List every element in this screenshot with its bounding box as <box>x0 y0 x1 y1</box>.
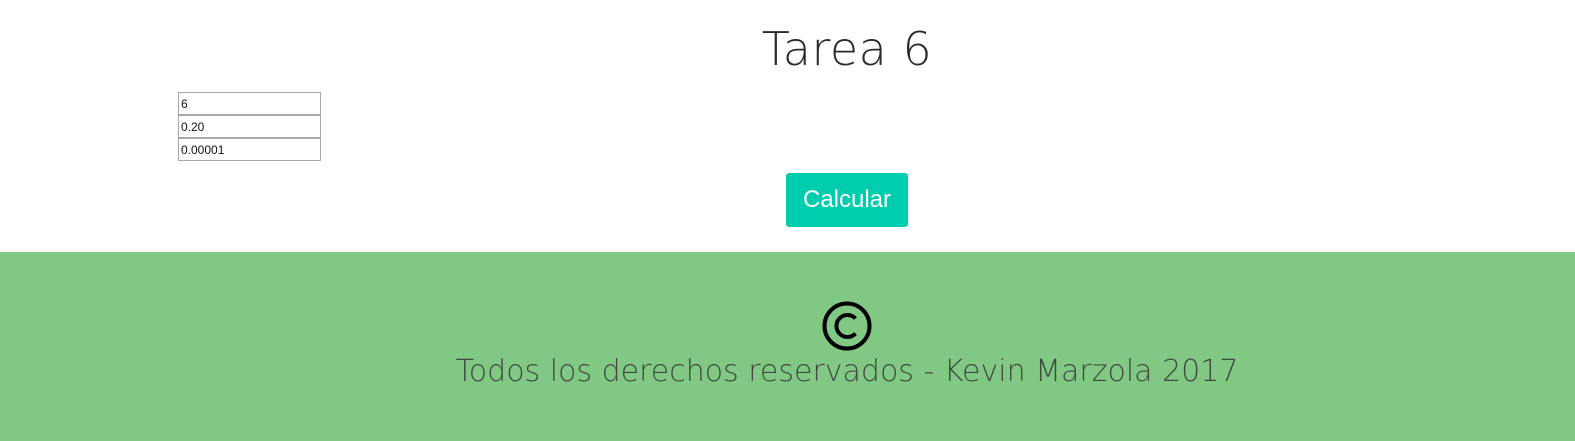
footer: Todos los derechos reservados - Kevin Ma… <box>0 252 1575 441</box>
input-field-1[interactable] <box>178 92 321 115</box>
page-title: Tarea 6 <box>761 22 933 76</box>
input-field-3[interactable] <box>178 138 321 161</box>
input-field-2[interactable] <box>178 115 321 138</box>
input-group <box>178 92 321 161</box>
page: Tarea 6 Calcular Todos los derechos rese… <box>0 0 1575 441</box>
copyright-icon <box>822 301 872 351</box>
footer-text: Todos los derechos reservados - Kevin Ma… <box>455 354 1239 389</box>
calculate-button[interactable]: Calcular <box>786 173 908 227</box>
